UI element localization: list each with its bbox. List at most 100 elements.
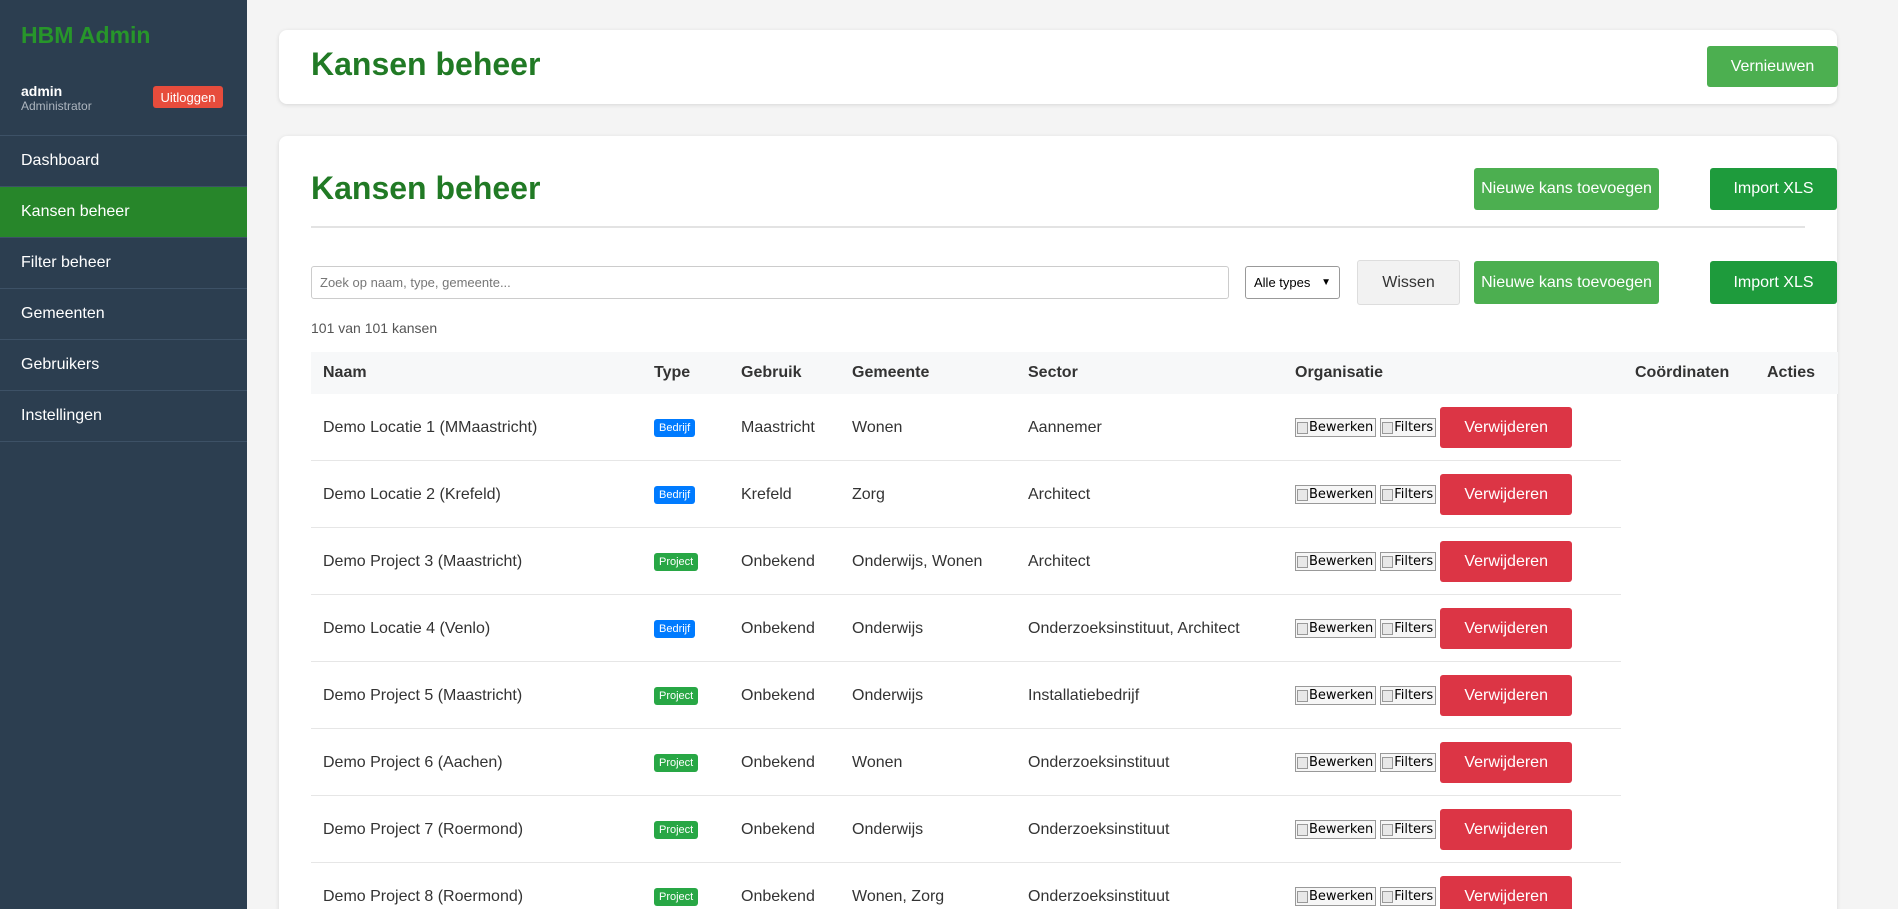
cell-sector: Architect [1028, 552, 1091, 570]
filters-image-button[interactable]: Filters [1380, 619, 1437, 638]
broken-image-icon [1297, 421, 1308, 434]
cell-gemeente: Onderwijs [852, 820, 924, 838]
edit-image-button[interactable]: Bewerken [1295, 485, 1377, 504]
column-gemeente[interactable]: Gemeente [852, 352, 929, 394]
table-row: Demo Project 5 (Maastricht) Project Onbeke… [311, 662, 1621, 729]
cell-organisatie-actions: Bewerken Filters Verwijderen [1295, 729, 1573, 796]
edit-image-button[interactable]: Bewerken [1295, 686, 1377, 705]
cell-organisatie-actions: Bewerken Filters Verwijderen [1295, 863, 1573, 909]
filters-alt-text: Filters [1394, 822, 1434, 837]
sidebar-item-filter-beheer[interactable]: Filter beheer [0, 238, 247, 289]
broken-image-icon [1382, 488, 1394, 501]
logout-button[interactable]: Uitloggen [153, 86, 223, 108]
filters-image-button[interactable]: Filters [1380, 887, 1437, 906]
edit-alt-text: Bewerken [1309, 822, 1374, 837]
page-title: Kansen beheer [311, 46, 541, 82]
cell-gemeente: Zorg [852, 485, 885, 503]
table-row: Demo Locatie 4 (Venlo) Bedrijf Onbekend Ond… [311, 595, 1621, 662]
filters-alt-text: Filters [1394, 554, 1434, 569]
edit-image-button[interactable]: Bewerken [1295, 619, 1377, 638]
edit-image-button[interactable]: Bewerken [1295, 418, 1377, 437]
filters-image-button[interactable]: Filters [1380, 753, 1437, 772]
filters-image-button[interactable]: Filters [1380, 820, 1437, 839]
import-xls-button-2[interactable]: Import XLS [1710, 261, 1837, 304]
opportunities-table: Naam Type Gebruik Gemeente Sector Organi… [311, 352, 1838, 909]
edit-image-button[interactable]: Bewerken [1295, 887, 1377, 906]
sidebar-item-gemeenten[interactable]: Gemeenten [0, 289, 247, 340]
filters-image-button[interactable]: Filters [1380, 418, 1437, 437]
cell-gebruik: Maastricht [741, 418, 815, 436]
cell-organisatie-actions: Bewerken Filters Verwijderen [1295, 461, 1573, 528]
delete-button[interactable]: Verwijderen [1440, 742, 1573, 783]
cell-sector: Aannemer [1028, 418, 1102, 436]
cell-naam: Demo Project 8 (Roermond) [323, 887, 524, 905]
search-input[interactable] [311, 266, 1229, 299]
cell-organisatie-actions: Bewerken Filters Verwijderen [1295, 595, 1573, 662]
add-opportunity-button[interactable]: Nieuwe kans toevoegen [1474, 168, 1659, 210]
type-badge: Project [654, 820, 699, 839]
sidebar: HBM Admin admin Administrator Uitloggen … [0, 0, 247, 909]
cell-sector: Onderzoeksinstituut [1028, 753, 1170, 771]
delete-button[interactable]: Verwijderen [1440, 675, 1573, 716]
delete-button[interactable]: Verwijderen [1440, 876, 1573, 909]
delete-button[interactable]: Verwijderen [1440, 541, 1573, 582]
column-gebruik[interactable]: Gebruik [741, 352, 801, 394]
edit-image-button[interactable]: Bewerken [1295, 753, 1377, 772]
type-badge: Bedrijf [654, 418, 696, 437]
delete-button[interactable]: Verwijderen [1440, 474, 1573, 515]
cell-gebruik: Onbekend [741, 887, 815, 905]
edit-alt-text: Bewerken [1309, 487, 1374, 502]
sidebar-item-gebruikers[interactable]: Gebruikers [0, 340, 247, 391]
delete-button[interactable]: Verwijderen [1440, 608, 1573, 649]
edit-alt-text: Bewerken [1309, 621, 1374, 636]
cell-organisatie-actions: Bewerken Filters Verwijderen [1295, 528, 1573, 595]
sidebar-item-kansen-beheer[interactable]: Kansen beheer [0, 187, 247, 238]
delete-button[interactable]: Verwijderen [1440, 407, 1573, 448]
edit-alt-text: Bewerken [1309, 420, 1374, 435]
add-opportunity-button-2[interactable]: Nieuwe kans toevoegen [1474, 261, 1659, 304]
filters-image-button[interactable]: Filters [1380, 552, 1437, 571]
refresh-button[interactable]: Vernieuwen [1707, 46, 1838, 87]
cell-gebruik: Onbekend [741, 820, 815, 838]
column-sector[interactable]: Sector [1028, 352, 1078, 394]
broken-image-icon [1297, 622, 1308, 635]
column-acties: Acties [1767, 364, 1816, 381]
divider [311, 226, 1805, 228]
filters-alt-text: Filters [1394, 755, 1434, 770]
cell-type: Project [654, 662, 699, 729]
table-row: Demo Locatie 1 (MMaastricht) Bedrijf Maast… [311, 394, 1621, 461]
clear-button[interactable]: Wissen [1357, 260, 1460, 305]
user-role: Administrator [21, 99, 92, 113]
cell-naam: Demo Locatie 2 (Krefeld) [323, 485, 501, 503]
cell-naam: Demo Locatie 4 (Venlo) [323, 619, 491, 637]
column-naam[interactable]: Naam [323, 352, 367, 394]
type-select[interactable]: Alle types ▼ [1245, 266, 1340, 299]
column-type[interactable]: Type [654, 352, 690, 394]
filters-image-button[interactable]: Filters [1380, 485, 1437, 504]
filters-image-button[interactable]: Filters [1380, 686, 1437, 705]
broken-image-icon [1382, 689, 1394, 702]
delete-button[interactable]: Verwijderen [1440, 809, 1573, 850]
sidebar-item-instellingen[interactable]: Instellingen [0, 391, 247, 442]
edit-alt-text: Bewerken [1309, 889, 1374, 904]
filters-alt-text: Filters [1394, 420, 1434, 435]
type-badge: Project [654, 887, 699, 906]
table-body: Demo Locatie 1 (MMaastricht) Bedrijf Maast… [311, 394, 1838, 909]
sidebar-item-dashboard[interactable]: Dashboard [0, 136, 247, 187]
cell-gemeente: Onderwijs [852, 619, 924, 637]
edit-image-button[interactable]: Bewerken [1295, 820, 1377, 839]
cell-type: Bedrijf [654, 461, 696, 528]
cell-type: Project [654, 528, 699, 595]
cell-type: Project [654, 796, 699, 863]
cell-gebruik: Onbekend [741, 753, 815, 771]
import-xls-button[interactable]: Import XLS [1710, 168, 1837, 210]
table-row: Demo Locatie 2 (Krefeld) Bedrijf Krefeld Zo… [311, 461, 1621, 528]
filters-alt-text: Filters [1394, 688, 1434, 703]
edit-image-button[interactable]: Bewerken [1295, 552, 1377, 571]
column-coordinaten[interactable]: Coördinaten [1635, 352, 1729, 394]
cell-gemeente: Onderwijs [852, 686, 924, 704]
broken-image-icon [1382, 421, 1394, 434]
user-info: admin Administrator [21, 83, 92, 113]
column-organisatie[interactable]: Organisatie [1295, 352, 1383, 394]
broken-image-icon [1382, 756, 1394, 769]
